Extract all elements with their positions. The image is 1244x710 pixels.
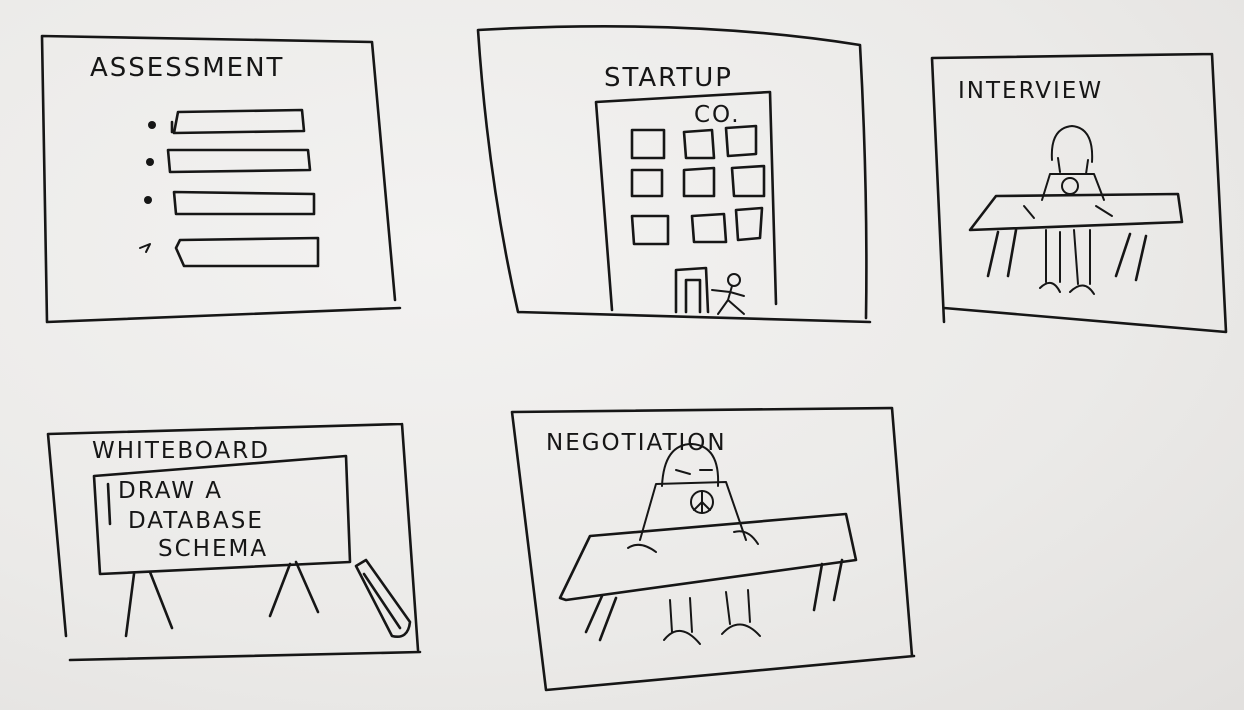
- panel-whiteboard-title: WHITEBOARD: [92, 438, 270, 464]
- interviewer-hands: [1023, 205, 1113, 219]
- panel-startup: STARTUP CO.: [476, 25, 872, 324]
- marker-icon: [354, 558, 412, 638]
- building-windows: [630, 124, 766, 246]
- whiteboard-line-3: SCHEMA: [158, 536, 268, 562]
- negotiation-table-top: [558, 512, 858, 602]
- peace-sign-icon: [1061, 177, 1079, 195]
- panel-negotiation: NEGOTIATION: [510, 406, 916, 692]
- building-outline: [594, 90, 778, 312]
- interviewer-legs: [1039, 229, 1095, 295]
- bullet-4: [139, 243, 151, 253]
- easel-legs: [124, 560, 320, 638]
- storyboard-sketch: ASSESSMENT STARTUP CO. INTERVIEW WHITEBO…: [40, 25, 1228, 692]
- checklist-box-3: [172, 190, 316, 216]
- checklist-box-2: [166, 148, 312, 174]
- bullet-2: [146, 158, 154, 166]
- panel-assessment: ASSESSMENT: [40, 34, 402, 324]
- panel-interview: INTERVIEW: [930, 52, 1228, 334]
- panel-interview-title: INTERVIEW: [958, 78, 1103, 104]
- stick-figure-entering: [711, 273, 745, 315]
- panel-startup-title: STARTUP: [604, 63, 733, 93]
- office-building: [594, 90, 778, 315]
- negotiator-legs: [663, 589, 761, 645]
- negotiator-at-table: [558, 443, 858, 645]
- panel-assessment-title: ASSESSMENT: [90, 53, 284, 83]
- interviewer-head: [1050, 125, 1094, 175]
- checklist: [139, 108, 320, 268]
- sketch-sheet: ASSESSMENT STARTUP CO. INTERVIEW WHITEBO…: [0, 0, 1244, 710]
- whiteboard-easel: DRAW A DATABASE SCHEMA: [92, 454, 352, 638]
- building-door: [674, 266, 710, 314]
- peace-sign-lines: [693, 490, 711, 514]
- negotiator-hands: [627, 530, 759, 553]
- whiteboard-line-1: DRAW A: [118, 478, 223, 504]
- interview-desk-legs: [986, 228, 1148, 282]
- whiteboard-line-2: DATABASE: [128, 508, 264, 534]
- interviewer-at-desk: [968, 125, 1184, 295]
- checklist-box-4: [174, 236, 320, 268]
- bullet-1: [148, 121, 156, 129]
- panel-whiteboard: WHITEBOARD DRAW A DATABASE SCHEMA: [46, 422, 422, 662]
- interview-desk-top: [968, 192, 1184, 232]
- panel-negotiation-title: NEGOTIATION: [546, 430, 727, 456]
- negotiation-table-legs: [584, 558, 844, 642]
- bullet-3: [144, 196, 152, 204]
- panel-startup-subtitle: CO.: [694, 102, 741, 128]
- checklist-box-1: [170, 108, 306, 135]
